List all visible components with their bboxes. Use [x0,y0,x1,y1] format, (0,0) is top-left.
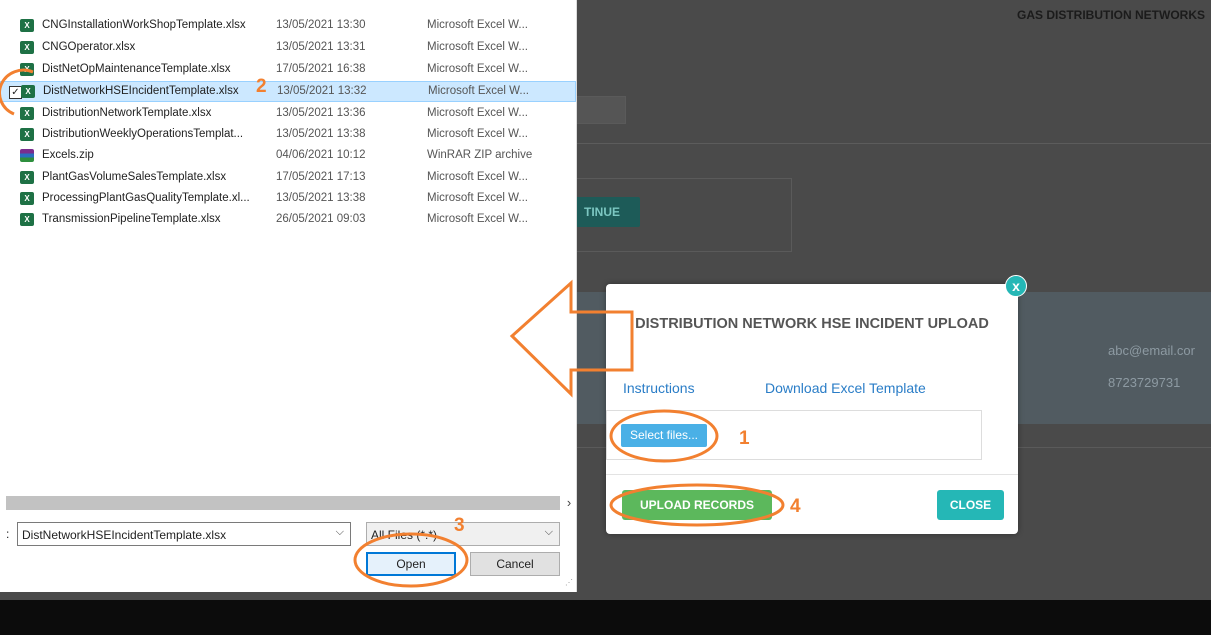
select-files-circle-annotation [609,409,719,463]
left-arrow-annotation [509,279,634,398]
step-4-label: 4 [790,496,801,517]
checkbox-circle-annotation [0,68,34,116]
annotation-overlay [0,68,785,588]
step-2-label: 2 [256,76,267,97]
step-1-label: 1 [739,428,750,449]
upload-circle-annotation [609,483,785,527]
step-3-label: 3 [454,515,465,536]
open-button-circle-annotation [353,532,469,588]
